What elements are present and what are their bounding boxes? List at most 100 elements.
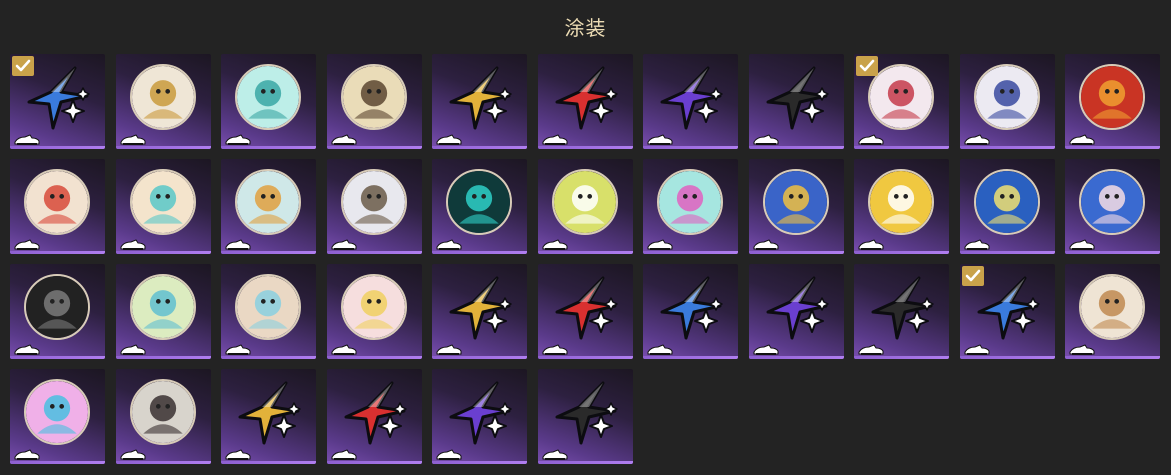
paint-tile[interactable] [1065, 264, 1160, 359]
star-emblem-icon [656, 62, 726, 132]
paint-tile[interactable] [537, 369, 633, 464]
paint-tile[interactable] [115, 264, 211, 359]
vehicle-icon [753, 131, 779, 145]
paint-tile[interactable] [221, 369, 316, 464]
paint-grid [10, 54, 1160, 464]
paint-tile[interactable] [643, 54, 738, 149]
bear-badge-icon [340, 274, 407, 340]
paint-tile[interactable] [432, 54, 527, 149]
swirl-badge-icon [657, 169, 723, 235]
vehicle-icon [647, 341, 673, 355]
vehicle-icon [331, 131, 357, 145]
star-emblem-icon [234, 377, 304, 447]
paint-tile[interactable] [115, 54, 211, 149]
vehicle-icon [120, 341, 146, 355]
paint-tile[interactable] [326, 264, 422, 359]
vehicle-icon [436, 341, 462, 355]
paint-tile[interactable] [221, 264, 316, 359]
vehicle-icon [14, 341, 40, 355]
paint-tile[interactable] [854, 159, 949, 254]
equipped-check-icon [856, 56, 878, 76]
vehicle-icon [964, 341, 990, 355]
star-emblem-icon [656, 272, 726, 342]
paint-tile[interactable] [537, 159, 633, 254]
star-emblem-icon [762, 62, 832, 132]
group-badge-icon [24, 169, 90, 235]
star-emblem-icon [551, 272, 621, 342]
star-emblem-icon [551, 377, 621, 447]
paint-tile[interactable] [221, 159, 316, 254]
equipped-check-icon [12, 56, 34, 76]
vehicle-icon [1069, 236, 1095, 250]
vehicle-icon [964, 236, 990, 250]
vehicle-icon [542, 446, 568, 460]
vehicle-icon [542, 131, 568, 145]
star-emblem-icon [445, 62, 515, 132]
vehicle-icon [14, 131, 40, 145]
paint-tile[interactable] [959, 54, 1055, 149]
vehicle-icon [120, 236, 146, 250]
paint-tile[interactable] [537, 54, 633, 149]
vehicle-icon [120, 131, 146, 145]
vehicle-icon [1069, 131, 1095, 145]
star-emblem-icon [867, 272, 937, 342]
jelly-badge-icon [973, 169, 1040, 235]
paint-tile[interactable] [854, 54, 949, 149]
vehicle-icon [858, 236, 884, 250]
star-emblem-icon [445, 272, 515, 342]
paint-tile[interactable] [10, 159, 105, 254]
paint-tile[interactable] [10, 54, 105, 149]
paint-tile[interactable] [115, 369, 211, 464]
paint-tile[interactable] [537, 264, 633, 359]
vehicle-icon [542, 341, 568, 355]
paint-tile[interactable] [748, 264, 844, 359]
vehicle-icon [753, 341, 779, 355]
vehicle-icon [753, 236, 779, 250]
paint-tile[interactable] [326, 369, 422, 464]
vehicle-icon [964, 131, 990, 145]
vehicle-icon [331, 341, 357, 355]
angry-bird-badge-icon [1079, 64, 1145, 130]
house-badge-icon [24, 274, 90, 340]
character-badge-icon [235, 169, 301, 235]
paint-tile[interactable] [643, 159, 738, 254]
mecha-badge-icon [129, 169, 196, 235]
paint-tile[interactable] [1065, 54, 1160, 149]
paint-tile[interactable] [326, 54, 422, 149]
cat-badge-icon [24, 379, 90, 445]
vehicle-icon [14, 236, 40, 250]
paint-tile[interactable] [748, 54, 844, 149]
character-badge-icon [129, 379, 196, 445]
star-emblem-icon [445, 377, 515, 447]
paint-tile[interactable] [959, 159, 1055, 254]
vehicle-icon [225, 131, 251, 145]
vehicle-icon [542, 236, 568, 250]
cube-badge-icon [446, 169, 512, 235]
star-emblem-icon [340, 377, 410, 447]
star-emblem-icon [762, 272, 832, 342]
paint-tile[interactable] [10, 369, 105, 464]
paint-tile[interactable] [854, 264, 949, 359]
paint-tile[interactable] [748, 159, 844, 254]
cow-badge-icon [868, 169, 934, 235]
wave-badge-icon [129, 274, 196, 340]
paint-tile[interactable] [115, 159, 211, 254]
paint-tile[interactable] [432, 369, 527, 464]
paint-tile[interactable] [432, 159, 527, 254]
paint-tile[interactable] [10, 264, 105, 359]
equipped-check-icon [961, 266, 984, 286]
character-badge-icon [1079, 169, 1145, 235]
paint-tile[interactable] [1065, 159, 1160, 254]
character-badge-icon [340, 64, 407, 130]
vehicle-icon [225, 446, 251, 460]
penguin-badge-icon [762, 169, 829, 235]
paint-tile[interactable] [221, 54, 316, 149]
paint-tile[interactable] [643, 264, 738, 359]
vehicle-icon [331, 236, 357, 250]
vehicle-icon [647, 236, 673, 250]
vehicle-icon [858, 131, 884, 145]
paint-tile[interactable] [959, 264, 1055, 359]
paint-tile[interactable] [326, 159, 422, 254]
paint-tile[interactable] [432, 264, 527, 359]
vehicle-icon [647, 131, 673, 145]
